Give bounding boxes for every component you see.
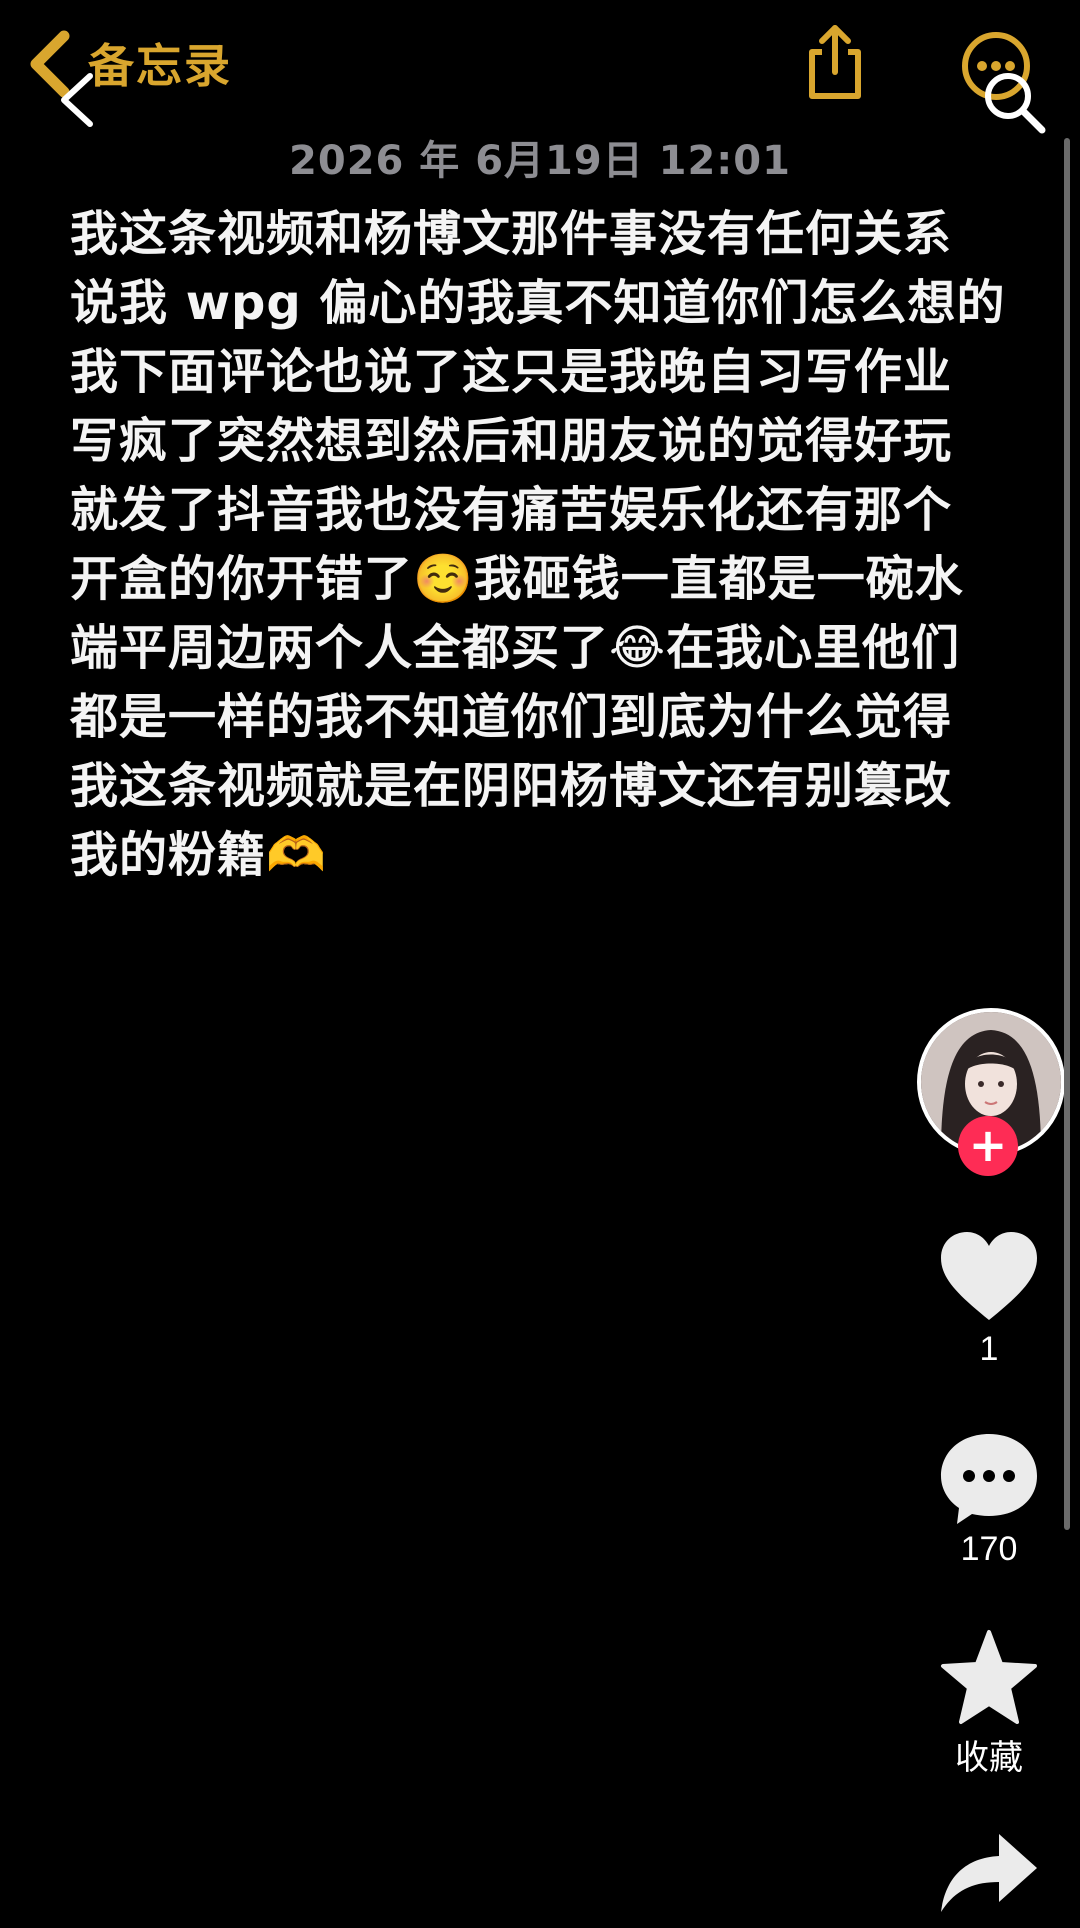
note-line: 我这条视频和杨博文那件事没有任何关系 (70, 206, 953, 262)
note-line: 都是一样的我不知道你们到底为什么觉得 (70, 689, 953, 745)
favorite-label: 收藏 (955, 1739, 1023, 1777)
note-body: 我这条视频和杨博文那件事没有任何关系 说我 wpg 偏心的我真不知道你们怎么想的… (70, 200, 1006, 890)
star-icon[interactable] (937, 1628, 1041, 1728)
scrollbar[interactable] (1064, 138, 1070, 1530)
heart-icon[interactable] (937, 1228, 1041, 1328)
like-count: 1 (979, 1330, 999, 1368)
notes-back-label: 备忘录 (88, 39, 232, 93)
note-line: 我的粉籍🫶 (70, 827, 327, 883)
share-icon[interactable] (800, 22, 870, 102)
note-line: 端平周边两个人全都买了😂在我心里他们 (70, 620, 961, 676)
share-arrow-icon[interactable] (937, 1828, 1041, 1928)
note-line: 就发了抖音我也没有痛苦娱乐化还有那个 (70, 482, 953, 538)
note-date: 2026 年 6月19日 12:01 (289, 138, 791, 184)
comment-icon[interactable] (937, 1428, 1041, 1528)
search-icon[interactable] (980, 68, 1048, 136)
follow-button[interactable]: + (958, 1116, 1018, 1176)
note-line: 说我 wpg 偏心的我真不知道你们怎么想的 (70, 275, 1006, 331)
comment-count: 170 (960, 1530, 1018, 1568)
back-arrow-icon[interactable] (52, 70, 102, 130)
note-line: 写疯了突然想到然后和朋友说的觉得好玩 (70, 413, 953, 469)
note-line: 我这条视频就是在阴阳杨博文还有别篡改 (70, 758, 953, 814)
note-line: 开盒的你开错了☺️我砸钱一直都是一碗水 (70, 551, 964, 607)
note-line: 我下面评论也说了这只是我晚自习写作业 (70, 344, 953, 400)
